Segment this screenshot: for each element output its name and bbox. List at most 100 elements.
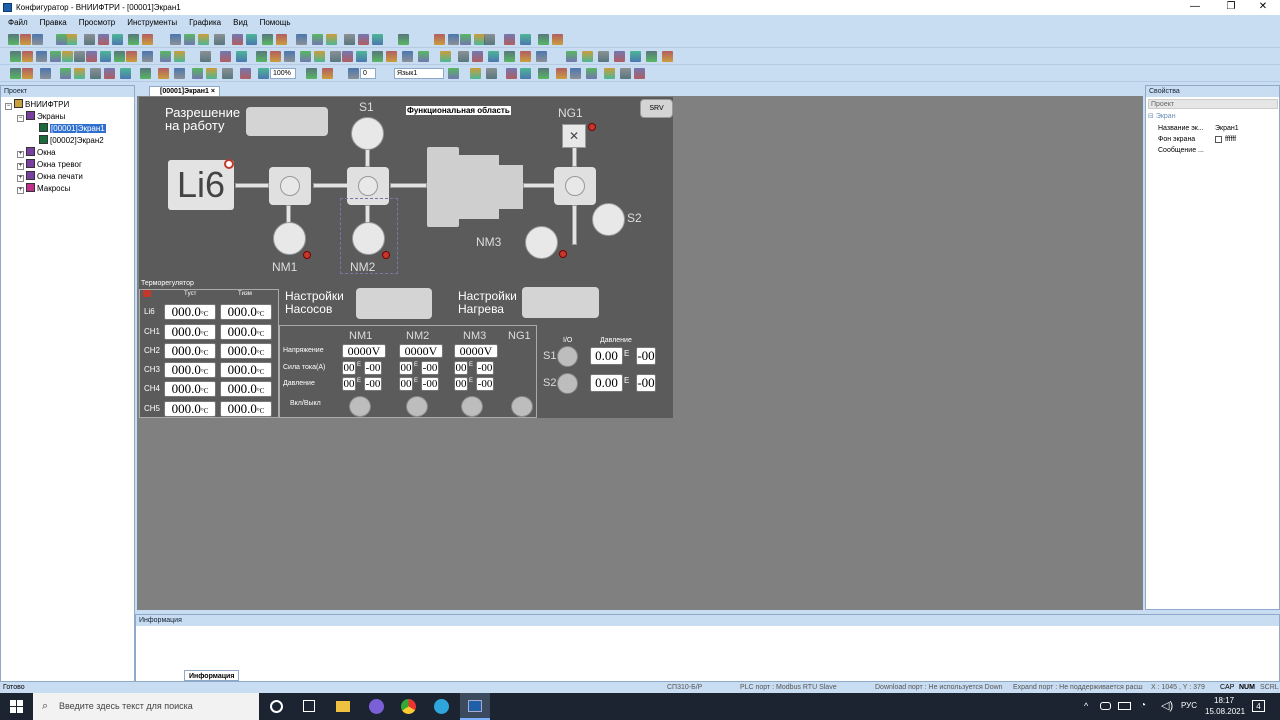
tree-alarm-windows[interactable]: + Окна тревог [17, 159, 82, 170]
tray-language[interactable]: РУС [1181, 701, 1197, 710]
menu-tools[interactable]: Инструменты [119, 15, 181, 30]
toolbar-button-icon[interactable] [90, 68, 101, 79]
toolbar-button-icon[interactable] [326, 34, 337, 45]
cortana-icon[interactable] [270, 700, 283, 713]
toolbar-button-icon[interactable] [646, 51, 657, 62]
pressure-exp[interactable]: -00 [364, 377, 382, 391]
prop-row-bg[interactable]: Фон экрана ffffff [1158, 134, 1278, 145]
voltage-field[interactable]: 0000V [454, 344, 498, 358]
toolbar-button-icon[interactable] [312, 34, 323, 45]
configurator-task-button[interactable] [460, 693, 490, 720]
toolbar-button-icon[interactable] [174, 68, 185, 79]
menu-edit[interactable]: Правка [32, 15, 71, 30]
cloud-icon[interactable] [1100, 702, 1111, 710]
toolbar-button-icon[interactable] [98, 34, 109, 45]
toolbar-button-icon[interactable] [604, 68, 615, 79]
toolbar-button-icon[interactable] [598, 51, 609, 62]
toolbar-button-icon[interactable] [246, 34, 257, 45]
explorer-icon[interactable] [336, 701, 350, 712]
toolbar-button-icon[interactable] [66, 34, 77, 45]
toolbar-button-icon[interactable] [142, 34, 153, 45]
s1-pressure-value[interactable]: 0.00 [590, 347, 623, 365]
current-exp[interactable]: -00 [364, 361, 382, 375]
current-exp[interactable]: -00 [476, 361, 494, 375]
toolbar-button-icon[interactable] [556, 68, 567, 79]
toolbar-button-icon[interactable] [458, 51, 469, 62]
info-tab[interactable]: Информация [184, 670, 240, 681]
toolbar-button-icon[interactable] [582, 51, 593, 62]
toolbar-button-icon[interactable] [258, 68, 269, 79]
toolbar-button-icon[interactable] [486, 68, 497, 79]
toolbar-button-icon[interactable] [330, 51, 341, 62]
pressure-mantissa[interactable]: 00 [454, 377, 468, 391]
tray-chevron-icon[interactable]: ^ [1084, 701, 1088, 711]
pump-onoff-button[interactable] [461, 396, 483, 417]
toolbar-button-icon[interactable] [50, 51, 61, 62]
menu-window[interactable]: Вид [225, 15, 251, 30]
toolbar-button-icon[interactable] [614, 51, 625, 62]
toolbar-button-icon[interactable] [322, 68, 333, 79]
toolbar-button-icon[interactable] [504, 34, 515, 45]
toolbar-button-icon[interactable] [128, 34, 139, 45]
task-view-icon[interactable] [303, 700, 315, 712]
toolbar-button-icon[interactable] [200, 51, 211, 62]
toolbar-button-icon[interactable] [114, 51, 125, 62]
close-button[interactable]: ✕ [1246, 0, 1280, 15]
toolbar-button-icon[interactable] [256, 51, 267, 62]
toolbar-button-icon[interactable] [448, 68, 459, 79]
toolbar-button-icon[interactable] [536, 51, 547, 62]
toolbar-button-icon[interactable] [214, 34, 225, 45]
toolbar-button-icon[interactable] [170, 34, 181, 45]
tree-root[interactable]: − ВНИИФТРИ [5, 99, 69, 110]
toolbar-button-icon[interactable] [296, 34, 307, 45]
hmi-screen-canvas[interactable]: Разрешение на работу Функциональная обла… [139, 97, 673, 418]
toolbar-button-icon[interactable] [60, 68, 71, 79]
toolbar-button-icon[interactable] [398, 34, 409, 45]
pressure-exp[interactable]: -00 [421, 377, 439, 391]
toolbar-button-icon[interactable] [342, 51, 353, 62]
toolbar-button-icon[interactable] [634, 68, 645, 79]
nm2-pump[interactable] [352, 222, 385, 255]
language-select[interactable]: Язык1 [394, 68, 444, 79]
toolbar-button-icon[interactable] [372, 34, 383, 45]
thermo-set-field[interactable]: 000.0°C [164, 381, 216, 397]
toolbar-button-icon[interactable] [418, 51, 429, 62]
tree-screens[interactable]: − Экраны [17, 111, 65, 122]
voltage-field[interactable]: 0000V [399, 344, 443, 358]
toolbar-button-icon[interactable] [140, 68, 151, 79]
toolbar-button-icon[interactable] [160, 51, 171, 62]
prop-row-message[interactable]: Сообщение ... [1158, 145, 1278, 156]
maximize-button[interactable]: ❐ [1214, 0, 1248, 15]
menu-graphics[interactable]: Графика [181, 15, 225, 30]
current-mantissa[interactable]: 00 [399, 361, 413, 375]
nm1-pump[interactable] [273, 222, 306, 255]
s1-sensor[interactable] [351, 117, 384, 150]
s2-pressure-value[interactable]: 0.00 [590, 374, 623, 392]
volume-icon[interactable]: ◁) [1161, 699, 1173, 712]
toolbar-button-icon[interactable] [470, 68, 481, 79]
toolbar-button-icon[interactable] [586, 68, 597, 79]
toolbar-button-icon[interactable] [520, 51, 531, 62]
toolbar-button-icon[interactable] [566, 51, 577, 62]
nm3-pump[interactable] [525, 226, 558, 259]
thermo-set-field[interactable]: 000.0°C [164, 304, 216, 320]
toolbar-button-icon[interactable] [74, 51, 85, 62]
current-mantissa[interactable]: 00 [454, 361, 468, 375]
properties-group-screen[interactable]: ⊟ Экран [1148, 112, 1176, 120]
toolbar-button-icon[interactable] [434, 34, 445, 45]
valve-1[interactable] [269, 167, 311, 205]
toolbar-button-icon[interactable] [306, 68, 317, 79]
toolbar-button-icon[interactable] [10, 68, 21, 79]
toolbar-button-icon[interactable] [184, 34, 195, 45]
notification-icon[interactable]: 4 [1252, 700, 1265, 712]
battery-icon[interactable] [1118, 702, 1131, 710]
thermo-meas-field[interactable]: 000.0°C [220, 343, 272, 359]
toolbar-button-icon[interactable] [232, 34, 243, 45]
toolbar-button-icon[interactable] [100, 51, 111, 62]
toolbar-button-icon[interactable] [174, 51, 185, 62]
heat-settings-button[interactable] [522, 287, 599, 318]
thermo-meas-field[interactable]: 000.0°C [220, 362, 272, 378]
thermo-meas-field[interactable]: 000.0°C [220, 401, 272, 417]
zoom-select[interactable]: 100% [270, 68, 296, 79]
toolbar-button-icon[interactable] [86, 51, 97, 62]
